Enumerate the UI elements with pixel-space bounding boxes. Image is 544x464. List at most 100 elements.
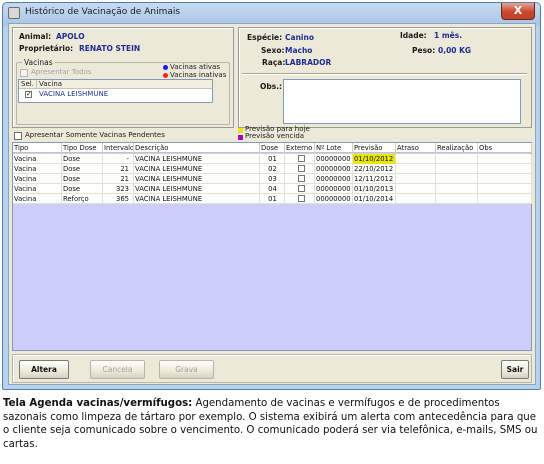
vaccine-select-checkbox[interactable]: ✓ [25,91,32,98]
col-previsao-cell: 12/11/2012 [353,174,396,184]
col-descricao-cell: VACINA LEISHMUNE [134,164,260,174]
col-previsao-cell: 01/10/2012 [353,154,396,164]
col-tipo-dose-cell: Dose [62,174,103,184]
col-tipo-header[interactable]: Tipo [13,143,62,153]
caption: Tela Agenda vacinas/vermífugos: Agendame… [3,397,541,451]
today-legend-swatch [238,128,243,133]
column-vacina: Vacina [39,80,63,88]
show-all-label: Apresentar Todos [31,68,92,76]
obs-label: Obs.: [260,82,283,91]
col-lote-header[interactable]: Nº Lote [315,143,353,153]
grid-row[interactable]: Vacina Reforço 365 VACINA LEISHMUNE 01 000000… [13,194,532,204]
vaccines-list[interactable]: Sel. Vacina ✓ VACINA LEISHMUNE [18,79,213,103]
grid-row[interactable]: Vacina Dose 21 VACINA LEISHMUNE 02 00000000 22… [13,164,532,174]
col-obs-header[interactable]: Obs [478,143,532,153]
col-tipo-dose-cell: Dose [62,184,103,194]
close-button[interactable]: X [501,3,535,20]
external-checkbox[interactable] [298,155,305,162]
title-bar[interactable]: Histórico de Vacinação de Animais X [3,3,540,23]
col-tipo-cell: Vacina [13,164,62,174]
col-externo-header[interactable]: Externo [285,143,315,153]
exit-button[interactable]: Sair [501,360,529,379]
animal-name: APOLO [56,32,85,41]
col-tipo-cell: Vacina [13,154,62,164]
vaccines-list-header: Sel. Vacina [19,80,212,89]
window-client-area: Animal: APOLO Proprietário: RENATO STEIN… [8,23,536,385]
external-checkbox[interactable] [298,195,305,202]
weight-label: Peso: [412,46,436,55]
sex-label: Sexo: [261,46,285,55]
col-previsao-cell: 22/10/2012 [353,164,396,174]
breed-value: LABRADOR [285,58,332,67]
col-realizacao-header[interactable]: Realização [436,143,478,153]
col-externo-cell [285,154,315,164]
breed-label: Raça: [262,58,286,67]
col-intervalo-cell: 323 [103,184,134,194]
column-sel: Sel. [21,80,34,88]
inactive-legend-dot [163,73,168,78]
cancel-button[interactable]: Cancela [90,360,145,379]
col-tipo-dose-header[interactable]: Tipo Dose [62,143,103,153]
col-atraso-header[interactable]: Atraso [396,143,436,153]
col-dose-cell: 01 [260,194,285,204]
col-realizacao-cell [436,184,478,194]
owner-label: Proprietário: [19,44,74,53]
animal-details-panel: Espécie: Canino Idade: 1 mês. Sexo: Mach… [238,27,532,128]
external-checkbox[interactable] [298,165,305,172]
col-dose-cell: 01 [260,154,285,164]
col-tipo-cell: Vacina [13,184,62,194]
vaccines-group: Vacinas Apresentar Todos Vacinas ativas … [16,58,230,125]
col-dose-header[interactable]: Dose [260,143,285,153]
col-atraso-cell [396,174,436,184]
details-separator [242,73,527,75]
owner-name: RENATO STEIN [79,44,141,53]
age-value: 1 mês. [434,31,463,40]
external-checkbox[interactable] [298,185,305,192]
col-externo-cell [285,194,315,204]
species-value: Canino [285,33,314,42]
inactive-legend-label: Vacinas inativas [170,71,227,79]
grid-row[interactable]: Vacina Dose 21 VACINA LEISHMUNE 03 00000000 12… [13,174,532,184]
col-externo-cell [285,164,315,174]
col-atraso-cell [396,194,436,204]
col-tipo-cell: Vacina [13,194,62,204]
col-intervalo-cell: - [103,154,134,164]
col-realizacao-cell [436,164,478,174]
vaccination-schedule-grid[interactable]: Tipo Tipo Dose Intervalo Descrição Dose Exter… [12,142,532,351]
col-previsao-header[interactable]: Previsão [353,143,396,153]
col-dose-cell: 04 [260,184,285,194]
grid-row[interactable]: Vacina Dose - VACINA LEISHMUNE 01 00000000 01/… [13,154,532,164]
grid-row[interactable]: Vacina Dose 323 VACINA LEISHMUNE 04 00000000 0… [13,184,532,194]
col-descricao-header[interactable]: Descrição [134,143,260,153]
pending-only-checkbox[interactable] [14,132,22,140]
col-intervalo-cell: 365 [103,194,134,204]
col-previsao-cell: 01/10/2014 [353,194,396,204]
col-realizacao-cell [436,154,478,164]
col-dose-cell: 03 [260,174,285,184]
col-lote-cell: 00000000 [315,184,353,194]
col-obs-cell [478,164,532,174]
grid-header: Tipo Tipo Dose Intervalo Descrição Dose Exter… [13,143,532,153]
col-atraso-cell [396,164,436,174]
vaccine-list-item[interactable]: ✓ VACINA LEISHMUNE [19,90,212,99]
vaccine-name: VACINA LEISHMUNE [39,90,109,98]
external-checkbox[interactable] [298,175,305,182]
show-all-checkbox[interactable] [20,69,28,77]
col-descricao-cell: VACINA LEISHMUNE [134,194,260,204]
col-intervalo-header[interactable]: Intervalo [103,143,134,153]
col-atraso-cell [396,154,436,164]
active-legend-dot [163,65,168,70]
col-descricao-cell: VACINA LEISHMUNE [134,184,260,194]
col-atraso-cell [396,184,436,194]
col-previsao-cell: 01/10/2013 [353,184,396,194]
alter-button[interactable]: Altera [19,360,69,379]
col-lote-cell: 00000000 [315,164,353,174]
obs-textarea[interactable] [283,79,521,124]
save-button[interactable]: Grava [159,360,214,379]
overdue-legend-label: Previsão vencida [245,132,305,140]
vaccination-history-window: Histórico de Vacinação de Animais X Anim… [2,2,541,390]
col-tipo-dose-cell: Dose [62,154,103,164]
caption-title: Tela Agenda vacinas/vermífugos: [3,398,193,409]
col-realizacao-cell [436,174,478,184]
col-obs-cell [478,184,532,194]
